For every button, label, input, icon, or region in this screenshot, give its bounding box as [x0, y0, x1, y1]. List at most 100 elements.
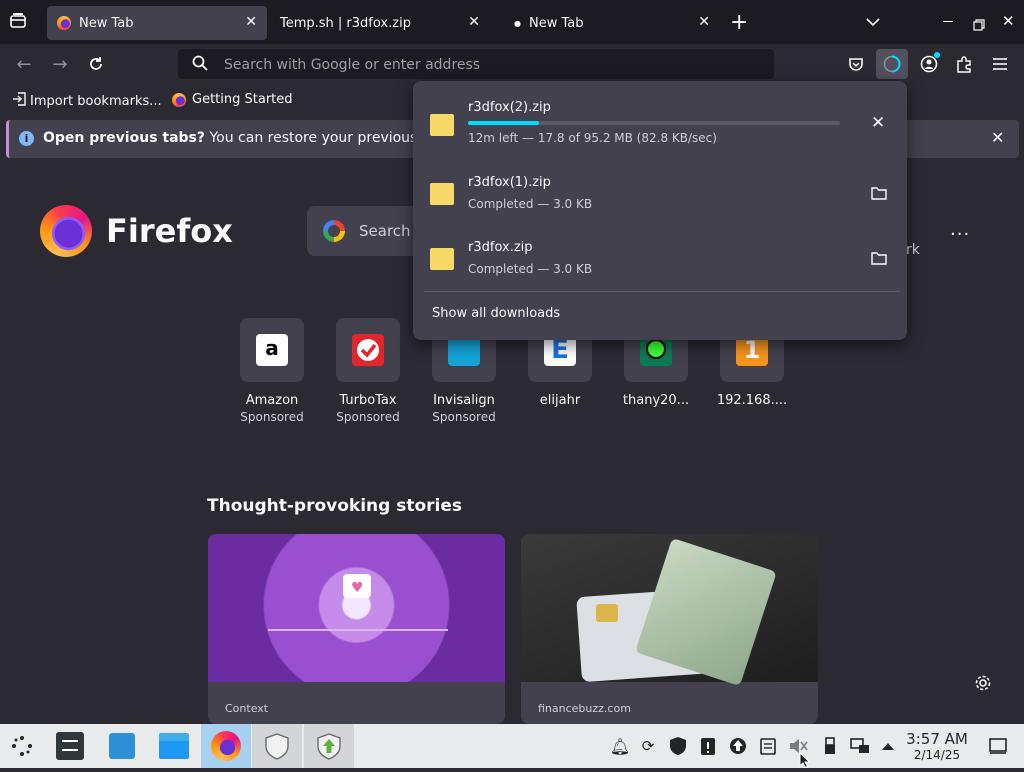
tab-label: New Tab: [528, 15, 584, 31]
show-all-downloads-link[interactable]: Show all downloads: [432, 306, 560, 321]
top-site-label: thany20...: [622, 393, 690, 408]
minimize-icon[interactable]: [943, 21, 953, 22]
sync-icon[interactable]: ⟳: [638, 736, 658, 756]
firefox-taskbar-icon[interactable]: [201, 724, 251, 768]
usb-device-icon[interactable]: [820, 736, 840, 756]
open-folder-icon[interactable]: [871, 250, 887, 269]
panel-divider: [424, 291, 900, 292]
top-site-turbotax[interactable]: [336, 318, 400, 382]
download-progress-bar: [468, 121, 840, 125]
restore-icon[interactable]: [973, 16, 985, 35]
customize-gear-icon[interactable]: [974, 674, 992, 696]
close-tab-icon[interactable]: ✕: [245, 14, 257, 30]
top-site-label: elijahr: [539, 393, 581, 408]
update-notifier-icon[interactable]: [728, 736, 748, 756]
bookmark-getting-started[interactable]: Getting Started: [172, 92, 293, 107]
home-search-placeholder: Search: [359, 222, 411, 240]
stories-heading: Thought-provoking stories: [207, 496, 463, 516]
discover-store-icon[interactable]: [102, 727, 142, 765]
open-folder-icon[interactable]: [871, 185, 887, 204]
turbotax-icon: [352, 334, 384, 366]
back-icon[interactable]: ←: [11, 52, 37, 76]
zip-file-icon: [430, 114, 454, 136]
show-desktop-icon[interactable]: [988, 736, 1008, 756]
amazon-icon: a: [256, 334, 288, 366]
clock-time: 3:57 AM: [906, 730, 968, 748]
download-filename: r3dfox(2).zip: [468, 100, 551, 115]
menu-icon[interactable]: [987, 52, 1013, 76]
download-status: Completed — 3.0 KB: [468, 262, 593, 276]
home-search-box[interactable]: Search: [307, 206, 427, 256]
tab-temp-sh[interactable]: Temp.sh | r3dfox.zip ✕: [270, 6, 490, 40]
download-item-completed[interactable]: r3dfox(1).zip Completed — 3.0 KB: [413, 169, 907, 221]
story-card-context[interactable]: ♥: [208, 534, 505, 724]
notification-text: Open previous tabs? You can restore your…: [43, 130, 474, 146]
clock[interactable]: 3:57 AM 2/14/25: [900, 730, 974, 763]
reload-icon[interactable]: [83, 52, 109, 76]
new-tab-plus-icon[interactable]: +: [730, 10, 748, 35]
tab-strip: New Tab ✕ Temp.sh | r3dfox.zip ✕ ● New T…: [0, 0, 1024, 44]
story-source: Context: [225, 702, 269, 715]
downloads-button[interactable]: [876, 49, 908, 79]
notification-bell-icon[interactable]: 🔔︎: [610, 736, 630, 756]
story-card-financebuzz[interactable]: [521, 534, 818, 724]
top-site-label: 192.168....: [716, 393, 788, 408]
account-icon[interactable]: [916, 52, 942, 76]
shield-app-icon[interactable]: [252, 724, 302, 768]
clipboard-icon[interactable]: [758, 736, 778, 756]
story-image-social: ♥: [208, 534, 505, 682]
download-item-in-progress[interactable]: r3dfox(2).zip 12m left — 17.8 of 95.2 MB…: [413, 89, 907, 147]
close-tab-icon[interactable]: ✕: [698, 14, 710, 30]
tab-list-icon[interactable]: [8, 12, 30, 32]
extensions-icon[interactable]: [951, 52, 977, 76]
search-icon: [192, 55, 208, 75]
firefox-wordmark: Firefox: [106, 212, 233, 250]
close-notification-icon[interactable]: ✕: [991, 128, 1004, 147]
address-input[interactable]: [222, 49, 746, 81]
forward-icon[interactable]: →: [47, 52, 73, 76]
file-manager-icon[interactable]: [154, 727, 194, 765]
story-source: financebuzz.com: [538, 702, 631, 715]
top-site-label: Invisalign: [433, 393, 495, 408]
tab-new-tab-active[interactable]: New Tab ✕: [47, 6, 267, 40]
address-bar[interactable]: [178, 49, 774, 81]
info-icon: i: [19, 131, 34, 146]
update-app-icon[interactable]: [304, 724, 354, 768]
top-site-amazon[interactable]: a: [240, 318, 304, 382]
download-progress-fill: [468, 121, 539, 125]
close-window-icon[interactable]: ✕: [1002, 12, 1015, 30]
notification-bold: Open previous tabs?: [43, 130, 206, 146]
close-tab-icon[interactable]: ✕: [468, 14, 480, 30]
tab-label: New Tab: [79, 15, 134, 31]
sponsored-label: Sponsored: [240, 410, 304, 424]
clock-date: 2/14/25: [913, 748, 961, 762]
mouse-cursor-icon: [799, 751, 811, 772]
app-launcher-icon[interactable]: [2, 727, 42, 765]
download-status: Completed — 3.0 KB: [468, 197, 593, 211]
download-filename: r3dfox.zip: [468, 240, 533, 255]
tab-new-tab[interactable]: ● New Tab ✕: [504, 6, 720, 40]
bookmark-label: Getting Started: [192, 92, 293, 107]
cancel-download-icon[interactable]: ✕: [871, 113, 885, 133]
pocket-icon[interactable]: [843, 52, 869, 76]
more-options-icon[interactable]: ···: [950, 224, 970, 245]
downloads-panel: r3dfox(2).zip 12m left — 17.8 of 95.2 MB…: [413, 81, 907, 340]
download-item-completed[interactable]: r3dfox.zip Completed — 3.0 KB: [413, 234, 907, 286]
zip-file-icon: [430, 183, 454, 205]
tab-label: Temp.sh | r3dfox.zip: [280, 15, 411, 31]
top-site-label: TurboTax: [339, 393, 397, 408]
zip-file-icon: [430, 248, 454, 270]
security-shield-icon[interactable]: [668, 736, 688, 756]
firefox-icon: [172, 92, 186, 107]
system-settings-icon[interactable]: [50, 727, 90, 765]
network-wired-icon[interactable]: [850, 736, 870, 756]
tray-expand-chevron-icon[interactable]: [878, 736, 898, 756]
sponsored-label: Sponsored: [336, 410, 400, 424]
alert-clipboard-icon[interactable]: [698, 736, 718, 756]
top-site-label: Amazon: [245, 393, 299, 408]
tab-dot-icon: ●: [514, 18, 521, 28]
firefox-logo: [40, 205, 92, 257]
bookmark-import[interactable]: Import bookmarks...: [12, 92, 162, 110]
sponsored-label: Sponsored: [432, 410, 496, 424]
tab-overflow-chevron-icon[interactable]: [866, 12, 880, 31]
